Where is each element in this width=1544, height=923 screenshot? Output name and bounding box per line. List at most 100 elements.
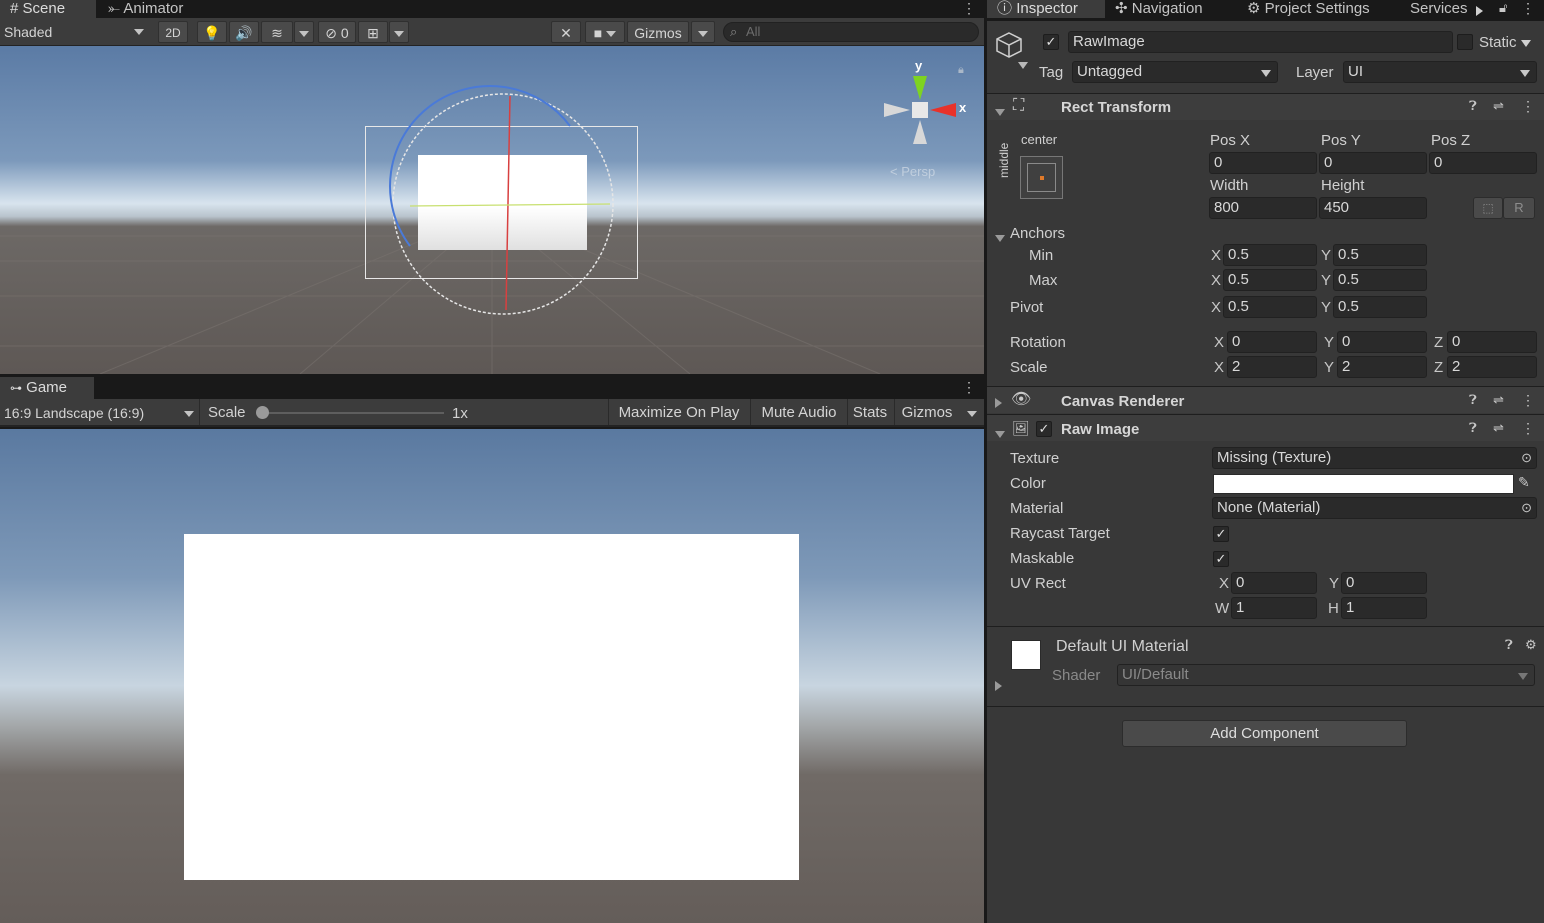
uv-w-field[interactable]: 1 (1231, 597, 1317, 619)
scene-menu-icon[interactable]: ⋮ (962, 0, 976, 18)
component-enabled-checkbox[interactable]: ✓ (1036, 421, 1052, 437)
mute-audio-button[interactable]: Mute Audio (754, 402, 844, 424)
lock-icon[interactable]: 🔒︎ (958, 64, 964, 77)
eyedropper-icon[interactable]: ✎ (1518, 474, 1530, 491)
shading-dropdown[interactable]: Shaded (4, 21, 148, 43)
lock-icon[interactable]: 🔓︎ (1499, 0, 1507, 16)
scale-z-field[interactable]: 2 (1447, 356, 1537, 378)
component-menu-icon[interactable]: ⋮ (1521, 420, 1535, 437)
raw-edit-button[interactable]: R (1503, 197, 1535, 219)
2d-toggle[interactable]: 2D (158, 21, 188, 43)
tab-animator[interactable]: ⤜ Animator (98, 0, 193, 18)
uv-h-field[interactable]: 1 (1341, 597, 1427, 619)
object-picker-icon[interactable]: ⊙ (1521, 498, 1532, 518)
gizmo-neg-y-cone[interactable] (913, 120, 927, 144)
tab-game[interactable]: ⊶ Game (0, 377, 94, 399)
anchors-foldout-icon[interactable] (995, 229, 1005, 246)
presets-icon[interactable]: ⇌ (1493, 392, 1504, 408)
pivot-y-field[interactable]: 0.5 (1333, 296, 1427, 318)
layer-dropdown[interactable]: UI (1343, 61, 1537, 83)
game-viewport[interactable] (0, 429, 984, 923)
canvas-renderer-header[interactable]: 👁︎ Canvas Renderer ❓︎ ⇌ ⋮ (987, 387, 1544, 413)
pos-z-field[interactable]: 0 (1429, 152, 1537, 174)
material-field[interactable]: None (Material) ⊙ (1212, 497, 1537, 519)
help-icon[interactable]: ❓︎ (1469, 392, 1477, 408)
projection-label[interactable]: < Persp (890, 164, 935, 179)
uv-y-field[interactable]: 0 (1341, 572, 1427, 594)
pos-x-field[interactable]: 0 (1209, 152, 1317, 174)
component-menu-icon[interactable]: ⋮ (1521, 392, 1535, 409)
tab-project-settings[interactable]: ⚙ Project Settings (1237, 0, 1380, 18)
pivot-x-field[interactable]: 0.5 (1223, 296, 1317, 318)
pos-y-field[interactable]: 0 (1319, 152, 1427, 174)
hidden-objects-button[interactable]: ⊘ 0 (318, 21, 356, 43)
gizmo-center[interactable] (912, 102, 928, 118)
grid-icon[interactable]: ⊞ (358, 21, 388, 43)
icon-dropdown[interactable] (1018, 56, 1028, 73)
maximize-on-play-button[interactable]: Maximize On Play (612, 402, 746, 424)
maskable-checkbox[interactable]: ✓ (1213, 551, 1229, 567)
object-name-field[interactable]: RawImage (1068, 31, 1453, 53)
game-gizmos-button[interactable]: Gizmos (897, 402, 957, 424)
game-menu-icon[interactable]: ⋮ (962, 379, 976, 397)
tools-icon[interactable]: ✕ (551, 21, 581, 43)
add-component-button[interactable]: Add Component (1122, 720, 1407, 747)
color-swatch[interactable] (1213, 474, 1514, 494)
rotation-x-field[interactable]: 0 (1227, 331, 1317, 353)
audio-icon[interactable]: 🔊 (229, 21, 259, 43)
help-icon[interactable]: ❓︎ (1469, 98, 1477, 114)
game-gizmos-dropdown[interactable] (962, 402, 982, 424)
gizmo-y-cone[interactable] (913, 76, 927, 100)
object-picker-icon[interactable]: ⊙ (1521, 448, 1532, 468)
active-checkbox[interactable]: ✓ (1043, 34, 1059, 50)
presets-icon[interactable]: ⇌ (1493, 420, 1504, 436)
rect-transform-header[interactable]: ⛶ Rect Transform ❓︎ ⇌ ⋮ (987, 94, 1544, 120)
help-icon[interactable]: ❓︎ (1505, 637, 1513, 653)
static-checkbox[interactable] (1457, 34, 1473, 50)
foldout-collapsed-icon[interactable] (995, 678, 1002, 695)
raycast-target-checkbox[interactable]: ✓ (1213, 526, 1229, 542)
anchor-presets-button[interactable] (1020, 156, 1063, 199)
foldout-expanded-icon[interactable] (995, 425, 1005, 442)
tab-inspector[interactable]: ⓘ Inspector (987, 0, 1105, 18)
effects-icon[interactable]: ≋ (261, 21, 293, 43)
gear-icon[interactable]: ⚙ (1525, 637, 1537, 653)
width-field[interactable]: 800 (1209, 197, 1317, 219)
lighting-icon[interactable]: 💡 (197, 21, 227, 43)
stats-button[interactable]: Stats (849, 402, 891, 424)
tabs-overflow-icon[interactable] (1476, 3, 1483, 20)
anchor-min-x-field[interactable]: 0.5 (1223, 244, 1317, 266)
help-icon[interactable]: ❓︎ (1469, 420, 1477, 436)
height-field[interactable]: 450 (1319, 197, 1427, 219)
camera-icon[interactable]: ■ (585, 21, 625, 43)
grid-dropdown[interactable] (389, 21, 409, 43)
scale-y-field[interactable]: 2 (1337, 356, 1427, 378)
anchor-max-x-field[interactable]: 0.5 (1223, 269, 1317, 291)
tag-dropdown[interactable]: Untagged (1072, 61, 1278, 83)
tab-navigation[interactable]: ✣ Navigation (1105, 0, 1213, 18)
rotation-y-field[interactable]: 0 (1337, 331, 1427, 353)
gizmo-neg-x-cone[interactable] (884, 103, 910, 117)
effects-dropdown[interactable] (294, 21, 314, 43)
scale-slider-thumb[interactable] (256, 406, 269, 419)
gizmos-button[interactable]: Gizmos (627, 21, 689, 43)
rotation-z-field[interactable]: 0 (1447, 331, 1537, 353)
anchors-label[interactable]: Anchors (1010, 225, 1065, 242)
scale-x-field[interactable]: 2 (1227, 356, 1317, 378)
scene-viewport[interactable]: y x < Persp 🔒︎ (0, 46, 984, 374)
presets-icon[interactable]: ⇌ (1493, 98, 1504, 114)
orientation-gizmo[interactable]: y x < Persp (880, 58, 970, 179)
scene-search-input[interactable]: ⌕ All (723, 22, 979, 42)
static-dropdown[interactable]: Static (1479, 34, 1531, 51)
tab-scene[interactable]: # Scene (0, 0, 96, 18)
shader-dropdown[interactable]: UI/Default (1117, 664, 1535, 686)
raw-image-header[interactable]: 🖼︎ ✓ Raw Image ❓︎ ⇌ ⋮ (987, 415, 1544, 441)
foldout-collapsed-icon[interactable] (995, 395, 1002, 412)
gizmos-dropdown[interactable] (691, 21, 715, 43)
component-menu-icon[interactable]: ⋮ (1521, 98, 1535, 115)
anchor-min-y-field[interactable]: 0.5 (1333, 244, 1427, 266)
texture-field[interactable]: Missing (Texture) ⊙ (1212, 447, 1537, 469)
gizmo-x-cone[interactable] (930, 103, 956, 117)
aspect-dropdown[interactable]: 16:9 Landscape (16:9) (4, 402, 196, 424)
uv-x-field[interactable]: 0 (1231, 572, 1317, 594)
